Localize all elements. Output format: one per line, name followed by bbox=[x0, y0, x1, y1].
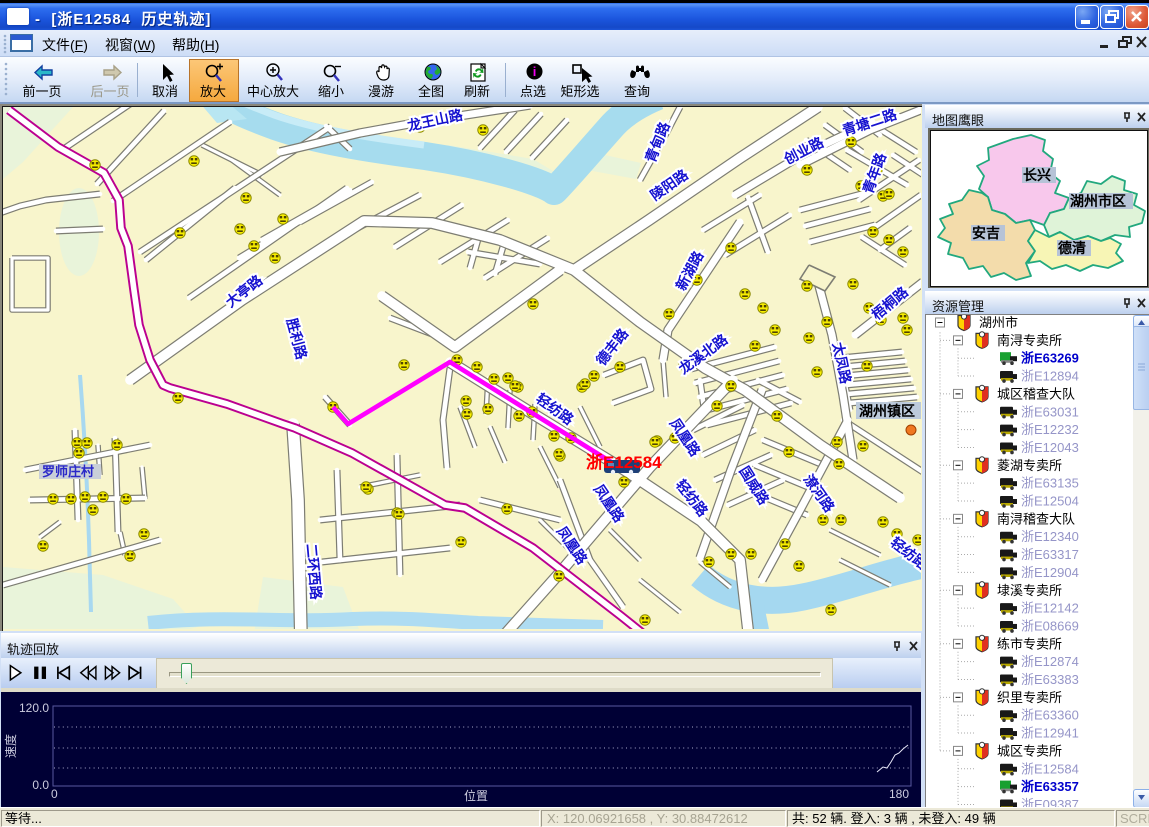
svg-text:浙E12504: 浙E12504 bbox=[1021, 494, 1079, 509]
svg-text:浙E12874: 浙E12874 bbox=[1021, 654, 1079, 669]
svg-text:德清: 德清 bbox=[1058, 240, 1086, 256]
svg-text:浙E63135: 浙E63135 bbox=[1021, 476, 1079, 491]
svg-text:浙E63357: 浙E63357 bbox=[1021, 779, 1079, 794]
svg-text:织里专卖所: 织里专卖所 bbox=[997, 690, 1062, 705]
svg-text:罗师庄村: 罗师庄村 bbox=[42, 464, 94, 479]
svg-text:练市专卖所: 练市专卖所 bbox=[997, 636, 1062, 651]
svg-text:埭溪专卖所: 埭溪专卖所 bbox=[997, 583, 1062, 598]
svg-text:浙E09387: 浙E09387 bbox=[1021, 797, 1079, 807]
svg-text:南浔专卖所: 南浔专卖所 bbox=[997, 333, 1062, 348]
svg-text:浙E12232: 浙E12232 bbox=[1021, 422, 1079, 437]
svg-text:浙E08669: 浙E08669 bbox=[1021, 618, 1079, 633]
svg-text:长兴: 长兴 bbox=[1023, 167, 1051, 183]
svg-text:湖州市区: 湖州市区 bbox=[1070, 193, 1126, 209]
svg-text:浙E12894: 浙E12894 bbox=[1021, 369, 1079, 384]
svg-text:浙E63383: 浙E63383 bbox=[1021, 672, 1079, 687]
svg-text:菱湖专卖所: 菱湖专卖所 bbox=[997, 458, 1062, 473]
svg-text:南浔稽查大队: 南浔稽查大队 bbox=[997, 511, 1075, 526]
svg-text:浙E63317: 浙E63317 bbox=[1021, 547, 1079, 562]
svg-text:城区专卖所: 城区专卖所 bbox=[997, 743, 1062, 758]
svg-text:浙E63031: 浙E63031 bbox=[1021, 404, 1079, 419]
svg-text:城区稽查大队: 城区稽查大队 bbox=[997, 386, 1075, 401]
svg-text:浙E12142: 浙E12142 bbox=[1021, 601, 1079, 616]
svg-text:速度: 速度 bbox=[3, 734, 18, 758]
svg-text:位置: 位置 bbox=[464, 788, 488, 803]
svg-text:0.0: 0.0 bbox=[32, 778, 49, 792]
svg-text:0: 0 bbox=[51, 787, 58, 801]
svg-text:浙E63269: 浙E63269 bbox=[1021, 351, 1079, 366]
svg-text:120.0: 120.0 bbox=[19, 701, 49, 715]
svg-text:安吉: 安吉 bbox=[972, 225, 1000, 241]
svg-text:浙E12584: 浙E12584 bbox=[586, 452, 662, 472]
svg-text:i: i bbox=[533, 64, 537, 79]
svg-text:浙E12584: 浙E12584 bbox=[1021, 761, 1079, 776]
svg-text:180: 180 bbox=[889, 787, 909, 801]
svg-text:浙E12904: 浙E12904 bbox=[1021, 565, 1079, 580]
svg-text:浙E12941: 浙E12941 bbox=[1021, 726, 1079, 741]
svg-text:浙E12043: 浙E12043 bbox=[1021, 440, 1079, 455]
svg-text:湖州市: 湖州市 bbox=[979, 315, 1018, 330]
svg-text:湖州镇区: 湖州镇区 bbox=[859, 403, 915, 419]
svg-text:浙E12340: 浙E12340 bbox=[1021, 529, 1079, 544]
svg-text:浙E63360: 浙E63360 bbox=[1021, 708, 1079, 723]
